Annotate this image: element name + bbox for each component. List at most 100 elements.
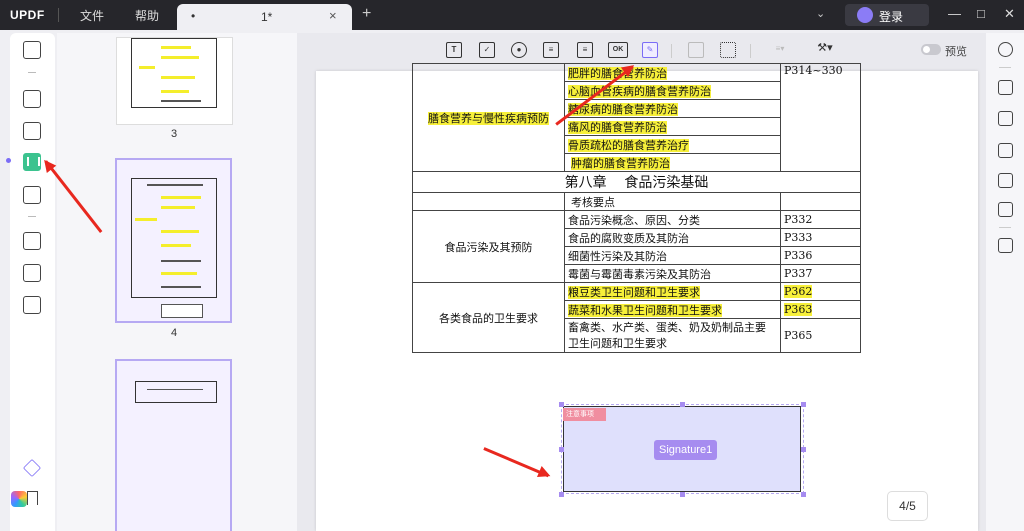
thumbnail-page-number: 3	[171, 128, 178, 140]
resize-handle[interactable]	[559, 492, 564, 497]
table-cell: P314~330	[780, 63, 861, 172]
page-thumbnail-5[interactable]	[115, 359, 232, 531]
layers-icon[interactable]	[22, 458, 42, 478]
resize-handle[interactable]	[559, 447, 564, 452]
table-cell: 痛风的膳食营养防治	[564, 117, 781, 136]
resize-handle[interactable]	[680, 402, 685, 407]
reader-icon[interactable]	[23, 41, 41, 59]
mail-icon[interactable]	[998, 202, 1013, 217]
close-window-icon[interactable]: ✕	[1004, 6, 1015, 22]
table-cell: 粮豆类卫生问题和卫生要求	[564, 282, 781, 301]
document-tab[interactable]: • 1* ×	[177, 4, 352, 30]
ocr-icon[interactable]	[998, 80, 1013, 95]
save-icon[interactable]	[998, 238, 1013, 253]
fill-sign-icon[interactable]	[23, 186, 41, 204]
organize-pages-icon[interactable]	[23, 232, 41, 250]
toggle-switch[interactable]	[921, 44, 941, 55]
minimize-icon[interactable]: —	[948, 6, 961, 21]
thumb-highlight	[161, 272, 197, 275]
checkbox-tool[interactable]: ✓	[479, 42, 495, 58]
table-cell: 肥胖的膳食营养防治	[564, 63, 781, 82]
table-cell: 食品污染及其预防	[412, 210, 565, 283]
panel-handle[interactable]	[6, 158, 11, 163]
page-thumbnail-4[interactable]	[115, 158, 232, 323]
thumb-highlight	[161, 90, 189, 93]
table-cell: 畜禽类、水产类、蛋类、奶及奶制品主要 卫生问题和卫生要求	[564, 318, 781, 353]
thumb-highlight	[161, 206, 195, 209]
crop-icon[interactable]	[23, 264, 41, 282]
duplicate-icon[interactable]	[688, 42, 704, 58]
edit-pdf-icon[interactable]	[23, 122, 41, 140]
table-cell: 蔬菜和水果卫生问题和卫生要求	[564, 300, 781, 319]
combo-box-tool[interactable]: ≡	[543, 42, 559, 58]
table-cell: 肿瘤的膳食营养防治	[564, 153, 781, 172]
button-tool[interactable]: OK	[608, 42, 628, 58]
page-thumbnail-3[interactable]	[116, 37, 233, 125]
chapter-heading: 第八章 食品污染基础	[412, 171, 861, 193]
thumb-line	[147, 184, 203, 186]
thumb-line	[147, 389, 203, 390]
table-cell: P333	[780, 228, 861, 247]
thumb-highlight	[161, 76, 195, 79]
thumb-line	[161, 286, 201, 288]
rail-divider	[28, 216, 36, 217]
preview-label: 预览	[945, 46, 967, 58]
align-icon[interactable]: ≡▾	[768, 42, 792, 58]
tab-title: 1*	[261, 10, 273, 24]
thumb-line	[161, 100, 201, 102]
page-indicator[interactable]: 4/5	[887, 491, 928, 521]
text-field-tool[interactable]: T	[446, 42, 462, 58]
wrench-icon[interactable]: ⚒▾	[813, 42, 837, 58]
chevron-down-icon[interactable]: ⌄	[816, 7, 825, 20]
table-cell: P337	[780, 264, 861, 283]
table-cell: 考核要点	[564, 192, 781, 211]
signature-field-tool[interactable]: ✎	[642, 42, 658, 58]
login-button[interactable]: 登录	[845, 4, 929, 26]
thumb-table	[135, 381, 217, 403]
protect-icon[interactable]	[998, 143, 1013, 158]
table-row: 各类食品的卫生要求 粮豆类卫生问题和卫生要求 P362	[412, 282, 861, 353]
new-tab-button[interactable]: +	[362, 5, 371, 23]
tab-close-icon[interactable]: ×	[329, 8, 337, 23]
thumb-highlight	[161, 56, 199, 59]
updf-logo: UPDF	[10, 8, 45, 22]
left-tool-rail	[10, 33, 55, 531]
form-icon[interactable]	[23, 153, 41, 171]
grid-icon[interactable]	[720, 42, 736, 58]
resize-handle[interactable]	[801, 492, 806, 497]
toolbar-divider	[671, 44, 672, 58]
tools-icon[interactable]	[23, 296, 41, 314]
bookmark-icon[interactable]	[27, 491, 38, 505]
maximize-icon[interactable]: □	[977, 6, 985, 21]
share-icon[interactable]	[998, 173, 1013, 188]
signature-field-label[interactable]: Signature1	[654, 440, 718, 460]
table-row: 食品污染及其预防 食品污染概念、原因、分类 P332	[412, 210, 861, 283]
ai-assistant-icon[interactable]	[11, 491, 27, 507]
list-box-tool[interactable]: ≡	[577, 42, 593, 58]
menu-file[interactable]: 文件	[80, 7, 104, 24]
convert-icon[interactable]	[998, 111, 1013, 126]
toolbar-divider	[750, 44, 751, 58]
title-bar: UPDF 文件 帮助 • 1* × + ⌄ 登录 — □ ✕	[0, 0, 1024, 30]
resize-handle[interactable]	[801, 447, 806, 452]
avatar-icon	[857, 7, 873, 23]
table-cell: P363	[780, 300, 861, 319]
rail-divider	[999, 67, 1011, 68]
table-cell	[780, 192, 861, 211]
chapter-row: 第八章 食品污染基础	[412, 171, 861, 193]
table-cell: 糖尿病的膳食营养防治	[564, 99, 781, 118]
syllabus-table: 膳食营养与慢性疾病预防 肥胖的膳食营养防治 P314~330 心脑血管疾病的膳食…	[412, 63, 861, 353]
search-icon[interactable]	[998, 42, 1013, 57]
unsaved-dot: •	[191, 9, 196, 23]
rail-divider	[999, 227, 1011, 228]
table-cell: 各类食品的卫生要求	[412, 282, 565, 353]
resize-handle[interactable]	[559, 402, 564, 407]
resize-handle[interactable]	[680, 492, 685, 497]
menu-help[interactable]: 帮助	[135, 7, 159, 24]
thumb-signature-field	[161, 304, 203, 318]
comment-icon[interactable]	[23, 90, 41, 108]
table-cell: 食品污染概念、原因、分类	[564, 210, 781, 229]
signature-field-tag: 注意事项	[563, 408, 606, 421]
radio-button-tool[interactable]: ●	[511, 42, 527, 58]
resize-handle[interactable]	[801, 402, 806, 407]
